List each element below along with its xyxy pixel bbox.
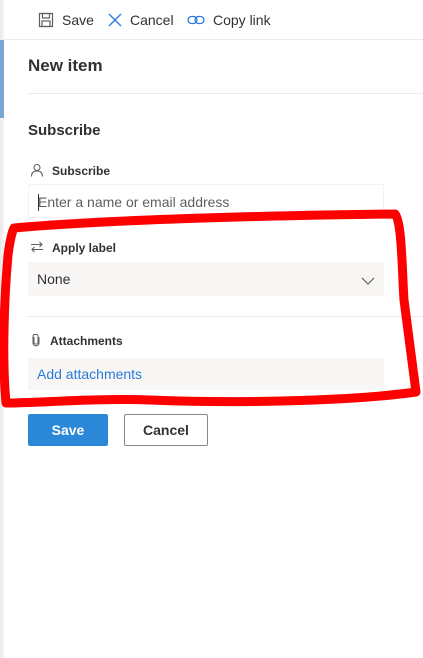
form-title: New item <box>28 56 103 75</box>
red-annotation-scribble <box>0 209 421 408</box>
chevron-down-icon <box>361 273 375 291</box>
subscribe-label-text: Subscribe <box>52 164 111 178</box>
left-panel-accent <box>0 40 4 118</box>
cancel-command[interactable]: Cancel <box>108 10 174 30</box>
apply-label-dropdown[interactable]: None <box>28 262 384 296</box>
apply-label-field-label: Apply label <box>30 240 116 256</box>
paperclip-icon <box>30 333 50 350</box>
cancel-command-label: Cancel <box>130 12 174 28</box>
apply-label-value: None <box>37 271 71 287</box>
cancel-button[interactable]: Cancel <box>124 414 208 446</box>
attachments-field-label: Attachments <box>30 333 123 349</box>
link-icon <box>187 13 213 27</box>
subscribe-field-label: Subscribe <box>30 163 110 179</box>
attachments-label-text: Attachments <box>50 334 123 348</box>
divider <box>28 93 423 94</box>
subscribe-placeholder: Enter a name or email address <box>38 194 230 210</box>
swap-arrows-icon <box>30 241 52 256</box>
apply-label-text: Apply label <box>52 241 117 255</box>
save-icon <box>38 12 62 28</box>
save-command[interactable]: Save <box>38 10 94 30</box>
section-heading: Subscribe <box>28 122 101 139</box>
copy-link-command[interactable]: Copy link <box>187 10 271 30</box>
divider <box>28 316 423 317</box>
close-icon <box>108 13 130 27</box>
subscribe-input[interactable]: Enter a name or email address <box>28 184 384 218</box>
attachments-area: Add attachments <box>28 358 384 390</box>
person-icon <box>30 163 52 180</box>
add-attachments-link[interactable]: Add attachments <box>37 366 142 382</box>
command-bar: Save Cancel Copy link <box>4 0 423 40</box>
save-command-label: Save <box>62 12 94 28</box>
save-button[interactable]: Save <box>28 414 108 446</box>
copy-link-label: Copy link <box>213 12 271 28</box>
